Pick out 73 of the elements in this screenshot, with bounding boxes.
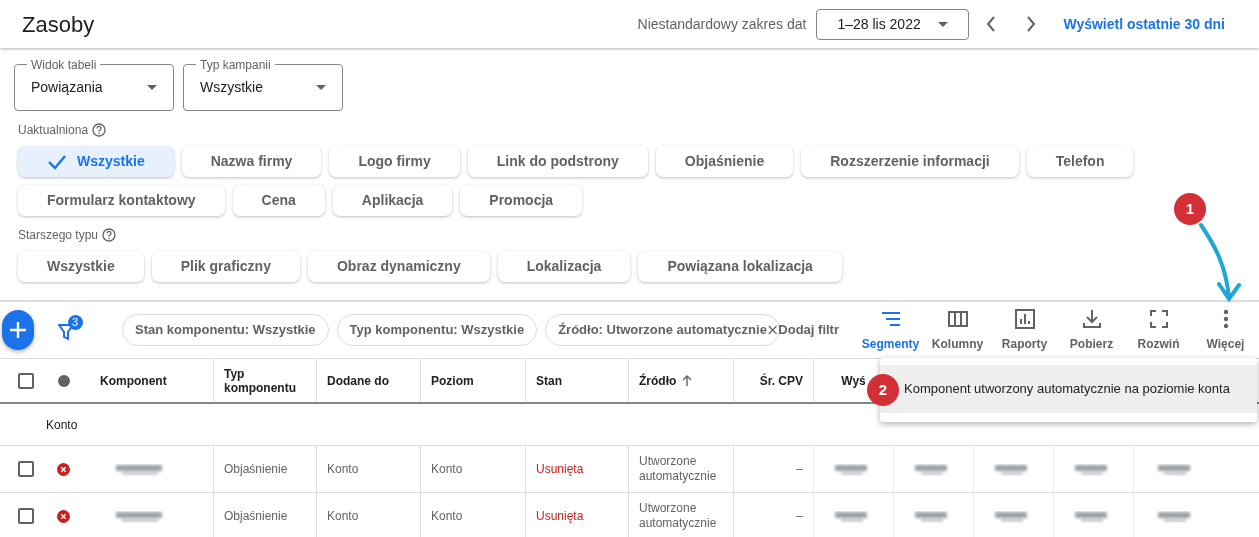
step-marker: 2 [867,374,899,406]
filter-chip[interactable]: Link do podstrony [467,146,648,177]
toolbar-button[interactable]: Kolumny [924,307,991,353]
toolbar-button[interactable]: Raporty [991,307,1058,353]
filter-chip[interactable]: Rozszerzenie informacji [801,146,1019,177]
filter-chip[interactable]: Plik graficzny [151,251,300,282]
filter-chip[interactable]: Promocja [460,185,583,216]
filter-chip[interactable]: Powiązana lokalizacja [638,251,842,282]
table-cell: Usunięta [536,461,584,477]
chevron-right-icon[interactable] [1025,15,1038,33]
filter-chip[interactable]: Lokalizacja [497,251,631,282]
help-icon[interactable] [92,123,107,137]
filter-chip[interactable]: Wszystkie [18,251,144,282]
sort-up-icon[interactable] [682,374,693,387]
bar-chart-icon [1012,307,1037,331]
filter-icon[interactable] [57,323,74,341]
filter-count-badge: 3 [67,315,83,330]
table-cell: – [796,508,803,524]
toolbar-button[interactable]: Rozwiń [1125,307,1192,353]
table-cell: Konto [431,508,463,524]
table-cell: Objaśnienie [224,508,288,524]
filter-chip[interactable]: Aplikacja [332,185,453,216]
filter-chip[interactable]: Wszystkie [18,146,174,177]
table-cell: Konto [431,461,463,477]
column-header[interactable]: Typ komponentu [224,366,306,395]
filter-chip[interactable]: Cena [232,185,325,216]
table-cell: Konto [327,508,359,524]
table-cell-text: Utworzone automatycznie [639,454,718,484]
toolbar-button[interactable]: Więcej [1192,307,1259,353]
dropdown-caret-icon [938,21,949,27]
table-cell: Objaśnienie [224,461,288,477]
close-icon[interactable] [767,324,778,336]
column-header[interactable]: Stan [536,373,562,388]
group-label: Starszego typu [18,227,99,244]
filter-chip[interactable]: Logo firmy [329,146,460,177]
add-filter-link[interactable]: Dodaj filtr [778,320,839,340]
checkbox[interactable] [18,372,34,389]
filter-chip[interactable]: Nazwa firmy [181,146,322,177]
table-cell-text: Utworzone automatycznie [639,501,718,531]
column-header[interactable]: Poziom [431,373,474,388]
toolbar-button[interactable]: Pobierz [1058,307,1125,353]
field-value: Wszystkie [200,78,263,97]
table-cell: – [796,461,803,477]
step-marker: 1 [1174,193,1206,225]
more-icon [1222,309,1229,329]
column-header[interactable]: Komponent [100,373,167,388]
filter-chip[interactable]: Formularz kontaktowy [18,185,225,216]
column-header[interactable]: Wyś [841,373,866,388]
add-button[interactable] [2,310,34,350]
filter-chip[interactable]: Telefon [1026,146,1134,177]
column-header[interactable]: Źródło [639,373,677,388]
dropdown-caret-icon [316,85,326,90]
date-range-label: Niestandardowy zakres dat [637,14,807,34]
chevron-left-icon[interactable] [985,15,998,33]
page-title: Zasoby [22,10,95,39]
filter-chip[interactable]: Objaśnienie [655,146,794,177]
column-header[interactable]: Dodane do [327,373,389,388]
last-30-days-link[interactable]: Wyświetl ostatnie 30 dni [1063,13,1225,35]
toolbar-button[interactable]: Segmenty [857,307,924,353]
group-label: Uaktualniona [18,122,89,139]
help-icon[interactable] [102,228,117,242]
date-range-select[interactable]: 1–28 lis 2022 [816,8,970,40]
checkbox[interactable] [18,508,34,524]
dropdown-caret-icon [147,85,157,90]
check-icon [47,153,67,170]
table-cell: Konto [327,461,359,477]
field-value: Powiązania [31,78,103,97]
table-cell: Usunięta [536,508,584,524]
plus-icon [7,320,28,340]
column-header[interactable]: Śr. CPV [759,373,803,388]
group-row-label: Konto [46,416,78,434]
filter-chip[interactable]: Obraz dynamiczny [307,251,490,282]
checkbox[interactable] [18,461,34,477]
